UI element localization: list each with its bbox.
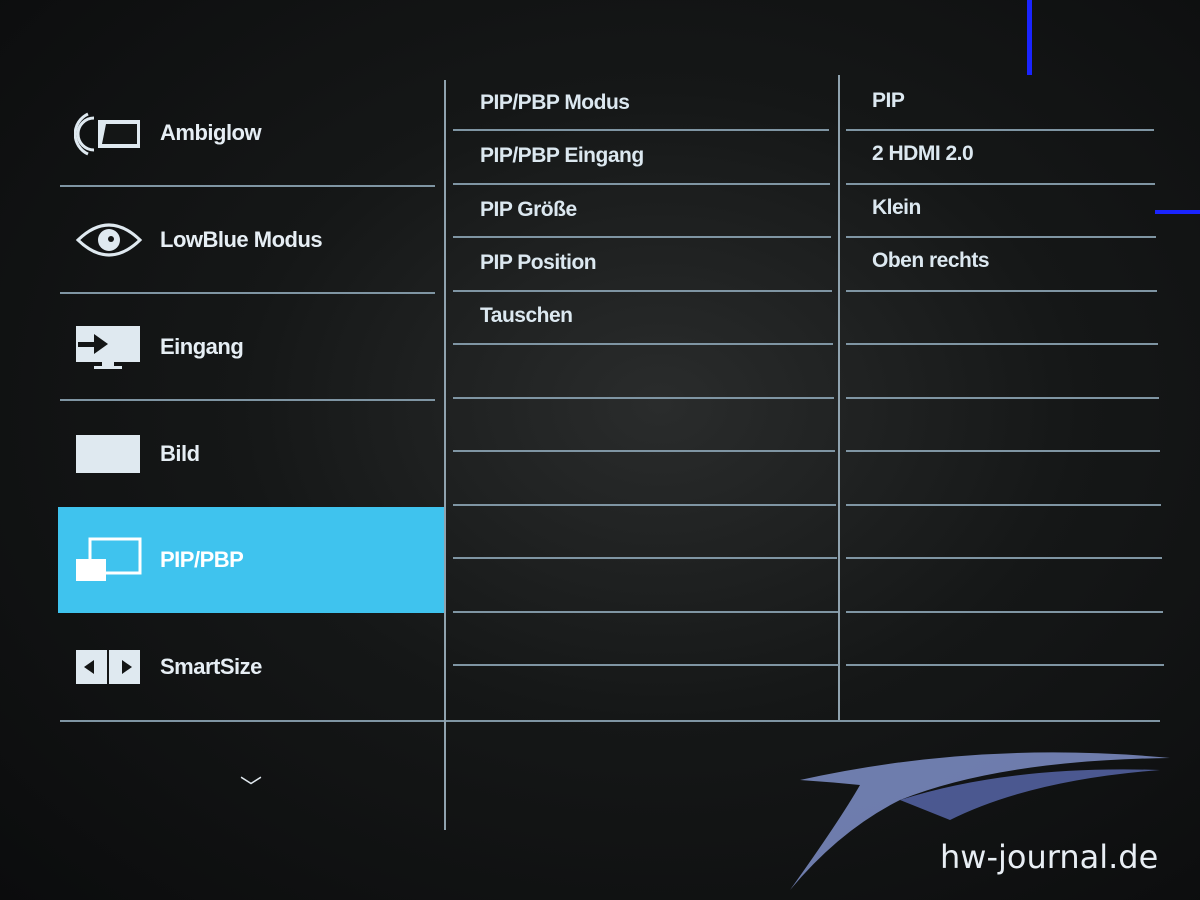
sidebar-item-lowblue[interactable]: LowBlue Modus bbox=[58, 187, 445, 293]
row-divider bbox=[846, 129, 1154, 131]
sidebar-item-bild[interactable]: Bild bbox=[58, 401, 445, 507]
row-divider bbox=[453, 129, 829, 131]
row-divider bbox=[453, 664, 839, 666]
smartsize-icon bbox=[74, 642, 144, 692]
column-divider bbox=[838, 75, 840, 720]
submenu-item-pip-pbp-eingang[interactable]: PIP/PBP Eingang bbox=[480, 130, 820, 182]
screen-edge-artifact bbox=[1027, 0, 1032, 75]
row-divider bbox=[846, 396, 1159, 399]
sidebar-item-pip-pbp[interactable]: PIP/PBP bbox=[58, 507, 445, 613]
sidebar-item-smartsize[interactable]: SmartSize bbox=[58, 614, 445, 720]
divider bbox=[60, 720, 1160, 722]
submenu-item-pip-groesse[interactable]: PIP Größe bbox=[480, 184, 820, 236]
row-divider bbox=[453, 236, 831, 238]
row-divider bbox=[846, 664, 1164, 666]
value-pip-position: Oben rechts bbox=[872, 249, 990, 272]
input-icon bbox=[74, 322, 144, 372]
submenu-item-pip-pbp-modus[interactable]: PIP/PBP Modus bbox=[480, 77, 820, 129]
row-divider bbox=[453, 343, 833, 345]
divider bbox=[60, 185, 435, 187]
chevron-down-icon[interactable]: ﹀ bbox=[240, 770, 262, 802]
row-divider bbox=[846, 343, 1158, 345]
value-pip-pbp-modus: PIP bbox=[872, 89, 905, 112]
ambiglow-icon bbox=[74, 108, 144, 158]
row-divider bbox=[846, 557, 1162, 559]
row-divider bbox=[453, 557, 837, 559]
row-divider bbox=[453, 182, 830, 185]
row-divider bbox=[453, 289, 832, 292]
picture-icon bbox=[74, 429, 144, 479]
row-divider bbox=[453, 610, 838, 613]
value-pip-pbp-eingang: 2 HDMI 2.0 bbox=[872, 142, 974, 165]
divider bbox=[60, 292, 435, 294]
sidebar-item-eingang[interactable]: Eingang bbox=[58, 294, 445, 400]
submenu-item-pip-position[interactable]: PIP Position bbox=[480, 237, 820, 289]
row-divider bbox=[453, 396, 834, 399]
column-divider bbox=[444, 80, 446, 830]
eye-icon bbox=[74, 215, 144, 265]
divider bbox=[60, 399, 435, 401]
row-divider bbox=[846, 610, 1163, 613]
row-divider bbox=[453, 503, 836, 506]
row-divider bbox=[846, 450, 1160, 452]
screen-edge-artifact bbox=[1155, 210, 1200, 214]
row-divider bbox=[846, 289, 1157, 292]
pip-icon bbox=[74, 535, 144, 585]
watermark: hw-journal.de bbox=[940, 838, 1159, 876]
row-divider bbox=[846, 236, 1156, 238]
value-pip-groesse: Klein bbox=[872, 196, 921, 219]
submenu-item-tauschen[interactable]: Tauschen bbox=[480, 290, 820, 342]
row-divider bbox=[846, 182, 1155, 185]
sidebar-item-ambiglow[interactable]: Ambiglow bbox=[58, 80, 445, 186]
row-divider bbox=[846, 503, 1161, 506]
row-divider bbox=[453, 450, 835, 452]
watermark-logo bbox=[790, 752, 1170, 890]
